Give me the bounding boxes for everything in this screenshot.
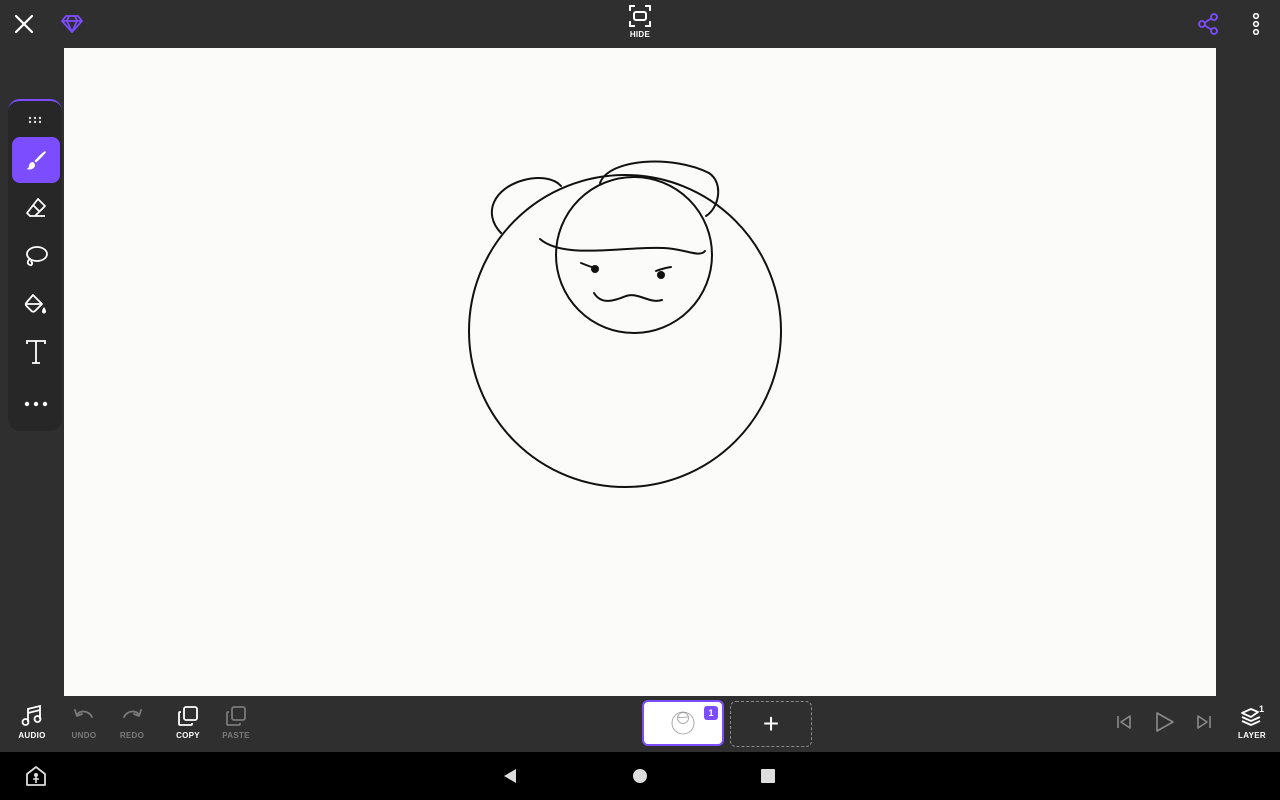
paste-button[interactable]: PASTE [214,704,258,748]
more-options-button[interactable] [1240,8,1272,40]
paint-bucket-icon [24,294,46,314]
sketch-left-eye [591,265,599,273]
sketch-drawing [468,160,782,488]
skip-to-end-icon [1197,715,1211,729]
sketch-right-eye [657,271,665,279]
toolbar-drag-handle[interactable] [21,111,49,129]
skip-to-start-icon [1117,715,1131,729]
drag-handle-icon [28,116,42,124]
redo-label: REDO [119,731,145,740]
sketch-right-brow [655,266,672,272]
copy-button[interactable]: COPY [166,704,210,748]
frame-thumbnail[interactable]: 1 [642,700,724,746]
eraser-icon [26,198,46,217]
add-frame-button[interactable]: + [730,701,812,747]
paste-icon [226,706,246,726]
lasso-icon [26,246,48,267]
layer-button[interactable]: 1 LAYER [1230,704,1274,748]
diamond-icon [61,15,83,33]
sketch-right-ear [599,160,720,217]
last-frame-button[interactable] [1190,708,1218,736]
more-vertical-icon [1252,13,1260,35]
bottom-bar: AUDIO UNDO REDO COPY PASTE 1 LAYER [0,696,1280,752]
play-icon [1156,712,1174,732]
hide-fullscreen-icon [629,5,651,27]
tool-text[interactable] [12,329,60,375]
more-horizontal-icon [24,401,48,407]
nav-home-button[interactable] [628,764,652,788]
redo-icon [123,709,142,718]
undo-icon [74,709,93,718]
sketch-head-circle [555,176,713,334]
premium-button[interactable] [56,8,88,40]
nav-back-button[interactable] [498,764,522,788]
audio-button[interactable]: AUDIO [10,704,54,748]
paste-label: PASTE [222,731,250,740]
sketch-left-ear [490,177,562,234]
tool-fill[interactable] [12,281,60,327]
nav-recents-button[interactable] [756,764,780,788]
hide-ui-button[interactable]: HIDE [616,4,664,44]
tool-eraser[interactable] [12,185,60,231]
layers-icon: 1 [1241,704,1264,726]
tool-more[interactable] [12,381,60,427]
sketch-body-circle [468,174,782,488]
home-circle-icon [633,769,647,783]
music-note-icon [21,704,42,726]
undo-button[interactable]: UNDO [62,704,106,748]
accessibility-button[interactable] [22,762,50,790]
copy-icon [178,706,198,726]
back-triangle-icon [504,769,516,783]
tool-brush[interactable] [12,137,60,183]
text-icon [26,340,46,364]
frame-number-badge: 1 [704,706,718,720]
share-button[interactable] [1192,8,1224,40]
first-frame-button[interactable] [1110,708,1138,736]
close-button[interactable] [8,8,40,40]
undo-label: UNDO [71,731,97,740]
play-button[interactable] [1148,706,1180,738]
top-bar: HIDE [0,0,1280,48]
tool-lasso[interactable] [12,233,60,279]
sketch-mouth [593,292,663,302]
sketch-hair-line [539,238,706,255]
layer-label: LAYER [1238,731,1266,740]
home-person-icon [26,766,46,786]
tool-palette [8,99,62,431]
audio-label: AUDIO [18,731,46,740]
close-icon [14,14,34,34]
redo-button[interactable]: REDO [110,704,154,748]
hide-label: HIDE [629,30,651,39]
brush-icon [26,151,46,170]
recents-square-icon [761,769,775,783]
copy-label: COPY [176,731,200,740]
drawing-canvas[interactable] [64,48,1216,696]
share-icon [1198,13,1218,35]
layer-count: 1 [1259,704,1264,714]
system-navigation-bar [0,752,1280,800]
